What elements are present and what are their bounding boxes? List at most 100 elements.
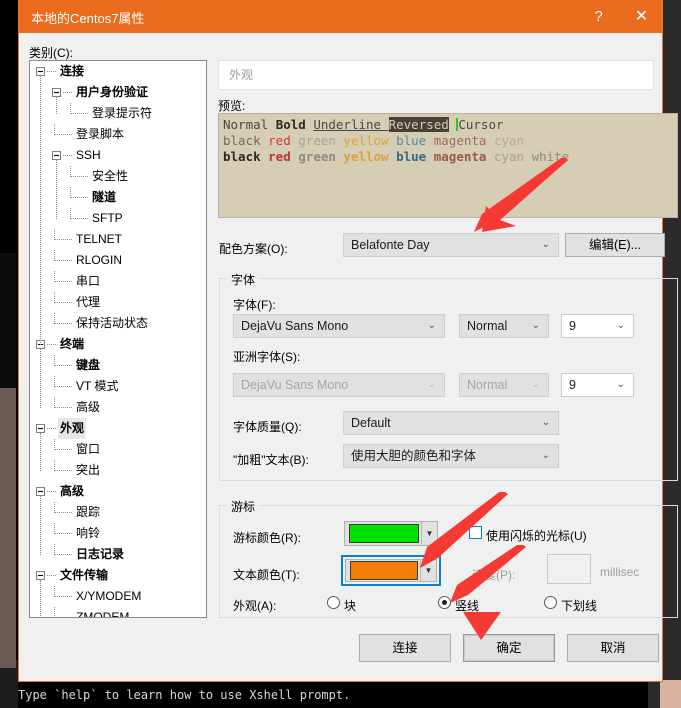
tree-item-label: 高级 — [76, 400, 101, 414]
tree-connector — [54, 302, 72, 304]
tree-item-21[interactable]: 跟踪 — [30, 502, 206, 523]
asian-font-style-select[interactable]: Normal ⌄ — [459, 373, 549, 397]
tree-item-label: 连接 — [60, 64, 85, 78]
preview-line-2-seg-2: green — [298, 133, 344, 148]
font-style-value: Normal — [467, 319, 508, 333]
pane-header: 外观 — [218, 60, 654, 90]
font-size-select[interactable]: 9 ⌄ — [561, 314, 634, 338]
color-scheme-select[interactable]: Belafonte Day ⌄ — [343, 233, 559, 257]
tree-item-25[interactable]: X/YMODEM — [30, 586, 206, 607]
chevron-down-icon: ⌄ — [541, 417, 550, 428]
tree-item-13[interactable]: 终端 — [30, 334, 206, 355]
tree-item-16[interactable]: 高级 — [30, 397, 206, 418]
font-quality-value: Default — [351, 416, 391, 430]
tree-connector-v — [54, 439, 56, 450]
tree-item-19[interactable]: 突出 — [30, 460, 206, 481]
background-terminal-text: Type `help` to learn how to use Xshell p… — [18, 682, 648, 708]
tree-item-17[interactable]: 外观 — [30, 418, 206, 439]
tree-connector — [63, 155, 72, 157]
edit-scheme-button[interactable]: 编辑(E)... — [565, 233, 665, 257]
tree-item-label: 登录提示符 — [92, 106, 153, 120]
tree-item-12[interactable]: 保持活动状态 — [30, 313, 206, 334]
tree-item-15[interactable]: VT 模式 — [30, 376, 206, 397]
chevron-down-icon[interactable]: ▼ — [420, 560, 436, 581]
cursor-shape-radio-block[interactable] — [327, 596, 340, 609]
cursor-color-swatch — [349, 524, 419, 543]
connect-button[interactable]: 连接 — [359, 634, 451, 662]
tree-connector — [54, 134, 72, 136]
bold-text-label: "加粗"文本(B): — [233, 453, 309, 467]
tree-expander-icon[interactable] — [36, 571, 45, 580]
tree-connector — [47, 344, 56, 346]
tree-item-10[interactable]: 串口 — [30, 271, 206, 292]
tree-item-14[interactable]: 键盘 — [30, 355, 206, 376]
tree-connector-v — [54, 460, 56, 471]
tree-item-3[interactable]: 登录脚本 — [30, 124, 206, 145]
tree-connector — [54, 260, 72, 262]
category-tree[interactable]: 连接 用户身份验证 登录提示符 登录脚本 SSH 安全性 隧道 SFTP TELNET RLOGI… — [29, 60, 207, 618]
tree-guide-advanced — [40, 496, 42, 555]
tree-item-label: 代理 — [76, 295, 101, 309]
tree-connector-v — [54, 313, 56, 324]
text-color-picker[interactable]: ▼ — [345, 559, 437, 582]
tree-expander-icon[interactable] — [52, 88, 61, 97]
bold-text-select[interactable]: 使用大胆的颜色和字体 ⌄ — [343, 444, 559, 468]
preview-line-3: black red green yellow blue magenta cyan… — [223, 149, 673, 165]
tree-item-label: 登录脚本 — [76, 127, 125, 141]
chevron-down-icon[interactable]: ▼ — [421, 522, 437, 545]
text-color-label: 文本颜色(T): — [233, 568, 300, 582]
tree-item-label: X/YMODEM — [76, 589, 142, 603]
tree-connector — [54, 470, 72, 472]
tree-item-0[interactable]: 连接 — [30, 61, 206, 82]
tree-connector — [47, 428, 56, 430]
tree-item-24[interactable]: 文件传输 — [30, 565, 206, 586]
font-size-value: 9 — [569, 319, 576, 333]
tree-expander-icon[interactable] — [36, 424, 45, 433]
tree-connector-v — [54, 523, 56, 534]
tree-item-11[interactable]: 代理 — [30, 292, 206, 313]
cursor-color-picker[interactable]: ▼ — [344, 521, 438, 546]
tree-connector — [47, 71, 56, 73]
tree-connector-v — [54, 124, 56, 135]
preview-line-2-seg-0: black — [223, 133, 269, 148]
tree-item-26[interactable]: ZMODEM — [30, 607, 206, 617]
preview-line-1-seg-0: Normal — [223, 117, 276, 132]
tree-item-20[interactable]: 高级 — [30, 481, 206, 502]
tree-connector-v — [54, 229, 56, 240]
tree-item-9[interactable]: RLOGIN — [30, 250, 206, 271]
asian-font-family-select[interactable]: DejaVu Sans Mono ⌄ — [233, 373, 445, 397]
tree-connector-v — [54, 292, 56, 303]
tree-expander-icon[interactable] — [36, 67, 45, 76]
tree-expander-icon[interactable] — [52, 151, 61, 160]
tree-item-18[interactable]: 窗口 — [30, 439, 206, 460]
tree-item-22[interactable]: 响铃 — [30, 523, 206, 544]
chevron-down-icon: ⌄ — [427, 320, 436, 331]
tree-connector — [54, 554, 72, 556]
title-bar: 本地的Centos7属性 ? ✕ — [19, 0, 662, 33]
ok-button[interactable]: 确定 — [463, 634, 555, 662]
preview-line-2-seg-4: blue — [396, 133, 434, 148]
cursor-appearance-label: 外观(A): — [233, 599, 277, 613]
blink-cursor-checkbox[interactable] — [469, 526, 482, 539]
tree-item-label: 突出 — [76, 463, 101, 477]
help-icon[interactable]: ? — [578, 0, 619, 33]
blink-speed-input[interactable] — [547, 554, 591, 584]
cursor-shape-radio-vertical[interactable] — [438, 596, 451, 609]
cancel-button[interactable]: 取消 — [567, 634, 659, 662]
tree-expander-icon[interactable] — [36, 487, 45, 496]
asian-font-size-select[interactable]: 9 ⌄ — [561, 373, 634, 397]
tree-connector-v — [54, 271, 56, 282]
font-family-select[interactable]: DejaVu Sans Mono ⌄ — [233, 314, 445, 338]
close-icon[interactable]: ✕ — [621, 0, 662, 33]
font-style-select[interactable]: Normal ⌄ — [459, 314, 549, 338]
preview-line-3-seg-4: blue — [396, 149, 434, 164]
tree-connector-v — [54, 397, 56, 408]
tree-item-23[interactable]: 日志记录 — [30, 544, 206, 565]
tree-item-label: 响铃 — [76, 526, 101, 540]
tree-item-8[interactable]: TELNET — [30, 229, 206, 250]
font-quality-select[interactable]: Default ⌄ — [343, 411, 559, 435]
cursor-shape-radio-underline[interactable] — [544, 596, 557, 609]
font-label: 字体(F): — [233, 298, 276, 312]
tree-item-label: 文件传输 — [60, 568, 109, 582]
tree-item-label: 串口 — [76, 274, 101, 288]
